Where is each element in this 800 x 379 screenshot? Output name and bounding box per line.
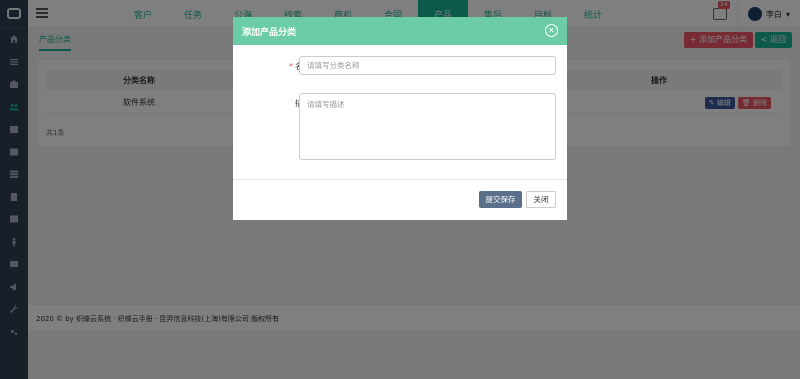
add-category-modal: 添加产品分类 ✕ *名称 请填写分类名称 描述 请填写描述 提交保存 关闭 xyxy=(233,17,567,220)
modal-divider xyxy=(233,179,567,180)
required-mark: * xyxy=(289,62,293,71)
close-icon[interactable]: ✕ xyxy=(545,24,558,37)
close-button[interactable]: 关闭 xyxy=(526,191,556,208)
desc-placeholder: 请填写描述 xyxy=(307,100,345,109)
name-placeholder: 请填写分类名称 xyxy=(307,61,360,70)
name-input[interactable]: 请填写分类名称 xyxy=(299,56,556,75)
modal-header: 添加产品分类 ✕ xyxy=(233,17,567,45)
desc-textarea[interactable]: 请填写描述 xyxy=(299,93,556,160)
modal-title: 添加产品分类 xyxy=(242,27,297,38)
save-button[interactable]: 提交保存 xyxy=(479,191,522,208)
